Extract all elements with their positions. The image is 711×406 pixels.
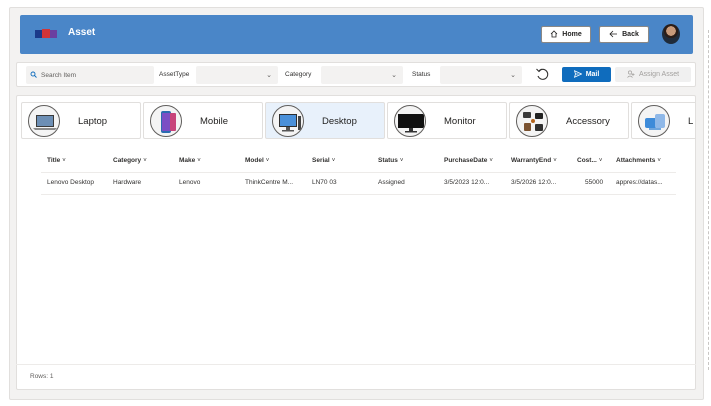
chevron-down-icon: ˅ [331,158,336,164]
category-card-desktop[interactable]: Desktop [265,102,385,139]
chevron-down-icon: ˅ [143,158,147,164]
row-count: Rows: 1 [30,373,54,380]
table-header: Title ˅ Category ˅ Make ˅ Model ˅ Serial ˅ St… [24,157,676,173]
mail-button[interactable]: Mail [562,67,611,82]
category-card-monitor[interactable]: Monitor [387,102,507,139]
chevron-down-icon: ˅ [598,158,603,164]
resize-guide [705,30,709,370]
reset-filters-button[interactable] [534,67,550,83]
back-button[interactable]: Back [599,26,649,43]
asset-type-label: AssetType [159,71,190,78]
desktop-computer-icon [272,105,304,137]
cell-attachments: appres://datas... [616,179,663,186]
divider [41,194,676,195]
mail-button-label: Mail [585,71,600,78]
undo-icon [535,68,549,84]
network-device-icon [638,105,670,137]
chevron-down-icon: ˅ [489,158,493,164]
category-strip: Laptop Mobile Desktop Monitor Accessory [21,102,695,140]
cell-model: ThinkCentre M... [245,179,294,186]
column-header-cost[interactable]: Cost... ˅ [577,157,602,164]
category-label: Desktop [322,116,357,127]
search-input[interactable]: Search Item [26,66,154,84]
column-header-warranty-end[interactable]: WarrantyEnd ˅ [511,157,557,164]
filter-bar: Search Item AssetType ⌄ Category ⌄ Statu… [16,62,696,87]
cell-title: Lenovo Desktop [47,179,94,186]
company-logo-icon [35,27,57,41]
chevron-down-icon: ˅ [399,158,404,164]
chevron-down-icon: ˅ [657,158,661,164]
page-title: Asset [68,27,96,38]
chevron-down-icon: ⌄ [391,72,397,79]
cell-status: Assigned [378,179,405,186]
category-label: L [688,116,694,127]
assign-asset-button[interactable]: Assign Asset [615,67,691,82]
table-row[interactable]: Lenovo Desktop Hardware Lenovo ThinkCent… [24,179,676,193]
chevron-down-icon: ˅ [553,158,557,164]
accessory-icon [516,105,548,137]
search-icon [30,71,37,80]
divider [41,172,676,173]
category-label: Mobile [200,116,228,127]
home-icon [550,29,558,40]
category-label: Laptop [78,116,108,127]
cell-category: Hardware [113,179,142,186]
category-card-more[interactable]: L [631,102,695,139]
home-button-label: Home [562,31,582,38]
status-dropdown[interactable]: ⌄ [440,66,522,84]
user-avatar[interactable] [662,24,680,44]
category-card-mobile[interactable]: Mobile [143,102,263,139]
chevron-down-icon: ⌄ [510,72,516,79]
column-header-purchase-date[interactable]: PurchaseDate ˅ [444,157,493,164]
column-header-category[interactable]: Category ˅ [113,157,147,164]
column-header-model[interactable]: Model ˅ [245,157,269,164]
monitor-icon [394,105,426,137]
category-label: Category [285,71,312,78]
table-footer: Rows: 1 [16,364,696,388]
cell-warranty-end: 3/5/2026 12:0... [511,179,557,186]
cell-make: Lenovo [179,179,201,186]
category-label: Accessory [566,116,610,127]
cell-serial: LN70 03 [312,179,337,186]
column-header-attachments[interactable]: Attachments ˅ [616,157,661,164]
send-icon [573,69,583,80]
asset-gallery-panel: Laptop Mobile Desktop Monitor Accessory [16,95,696,390]
status-label: Status [412,71,431,78]
chevron-down-icon: ˅ [62,158,66,164]
category-dropdown[interactable]: ⌄ [321,66,403,84]
column-header-title[interactable]: Title ˅ [47,157,66,164]
column-header-make[interactable]: Make ˅ [179,157,201,164]
mobile-phone-icon [150,105,182,137]
search-placeholder: Search Item [41,71,77,79]
cell-cost: 55000 [585,179,604,186]
laptop-icon [28,105,60,137]
arrow-left-icon [609,30,618,40]
asset-type-dropdown[interactable]: ⌄ [196,66,278,84]
column-header-serial[interactable]: Serial ˅ [312,157,335,164]
cell-purchase-date: 3/5/2023 12:0... [444,179,490,186]
chevron-down-icon: ˅ [197,158,201,164]
back-button-label: Back [622,31,639,38]
assign-icon [627,70,635,80]
category-label: Monitor [444,116,476,127]
app-header: Asset Home Back [20,15,693,54]
home-button[interactable]: Home [541,26,591,43]
chevron-down-icon: ⌄ [266,72,272,79]
category-card-laptop[interactable]: Laptop [21,102,141,139]
category-card-accessory[interactable]: Accessory [509,102,629,139]
column-header-status[interactable]: Status ˅ [378,157,403,164]
chevron-down-icon: ˅ [265,158,270,164]
assign-button-label: Assign Asset [638,71,680,78]
